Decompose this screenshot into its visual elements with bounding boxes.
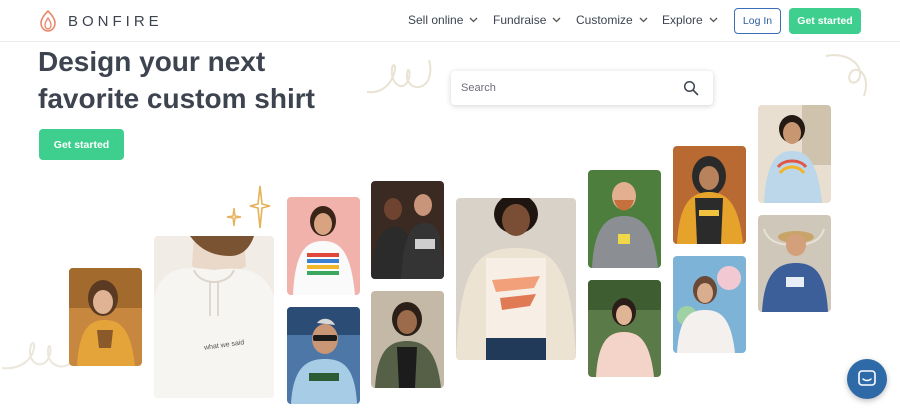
chevron-down-icon bbox=[709, 17, 718, 23]
nav-customize[interactable]: Customize bbox=[576, 13, 648, 27]
sparkle-decoration bbox=[226, 185, 271, 229]
photo-white-hoodie: what we said bbox=[154, 236, 274, 398]
brand-name: BONFIRE bbox=[68, 12, 163, 30]
search-box bbox=[451, 71, 713, 105]
brand-logo[interactable]: BONFIRE bbox=[38, 10, 163, 32]
photo-child-shirt bbox=[758, 105, 831, 203]
photo-bearded-man bbox=[588, 170, 661, 268]
photo-woman-cardigan bbox=[456, 198, 576, 360]
photo-woman-mural bbox=[673, 256, 746, 353]
chevron-down-icon bbox=[639, 17, 648, 23]
squiggle-decoration bbox=[366, 59, 432, 94]
nav-explore[interactable]: Explore bbox=[662, 13, 718, 27]
flame-icon bbox=[40, 10, 56, 32]
search-input[interactable] bbox=[461, 82, 671, 94]
photo-woman-neighbors-shirt bbox=[287, 197, 360, 295]
nav-get-started-button[interactable]: Get started bbox=[789, 8, 861, 34]
photo-woman-orange-shirt bbox=[69, 268, 142, 366]
chat-icon bbox=[858, 370, 876, 386]
nav-fundraise-label: Fundraise bbox=[493, 13, 547, 27]
hero-get-started-button[interactable]: Get started bbox=[39, 129, 124, 160]
top-navigation: BONFIRE Sell online Fundraise Customize … bbox=[0, 0, 900, 42]
photo-woman-jacket bbox=[371, 291, 444, 388]
chevron-down-icon bbox=[469, 17, 478, 23]
squiggle-decoration bbox=[825, 54, 867, 97]
photo-woman-hijab bbox=[673, 146, 746, 244]
hero-headline-line1: Design your next bbox=[38, 46, 266, 77]
nav-customize-label: Customize bbox=[576, 13, 633, 27]
photo-two-men bbox=[371, 181, 444, 279]
search-icon[interactable] bbox=[683, 80, 699, 96]
chat-button[interactable] bbox=[847, 359, 887, 399]
photo-man-hat bbox=[758, 215, 831, 312]
hero-headline: Design your next favorite custom shirt bbox=[38, 43, 358, 117]
nav-explore-label: Explore bbox=[662, 13, 703, 27]
login-button[interactable]: Log In bbox=[734, 8, 781, 34]
nav-sell-online[interactable]: Sell online bbox=[408, 13, 478, 27]
photo-man-sunglasses bbox=[287, 307, 360, 404]
photo-woman-garden bbox=[588, 280, 661, 377]
hero-headline-line2: favorite custom shirt bbox=[38, 83, 315, 114]
chevron-down-icon bbox=[552, 17, 561, 23]
nav-fundraise[interactable]: Fundraise bbox=[493, 13, 561, 27]
nav-sell-online-label: Sell online bbox=[408, 13, 464, 27]
